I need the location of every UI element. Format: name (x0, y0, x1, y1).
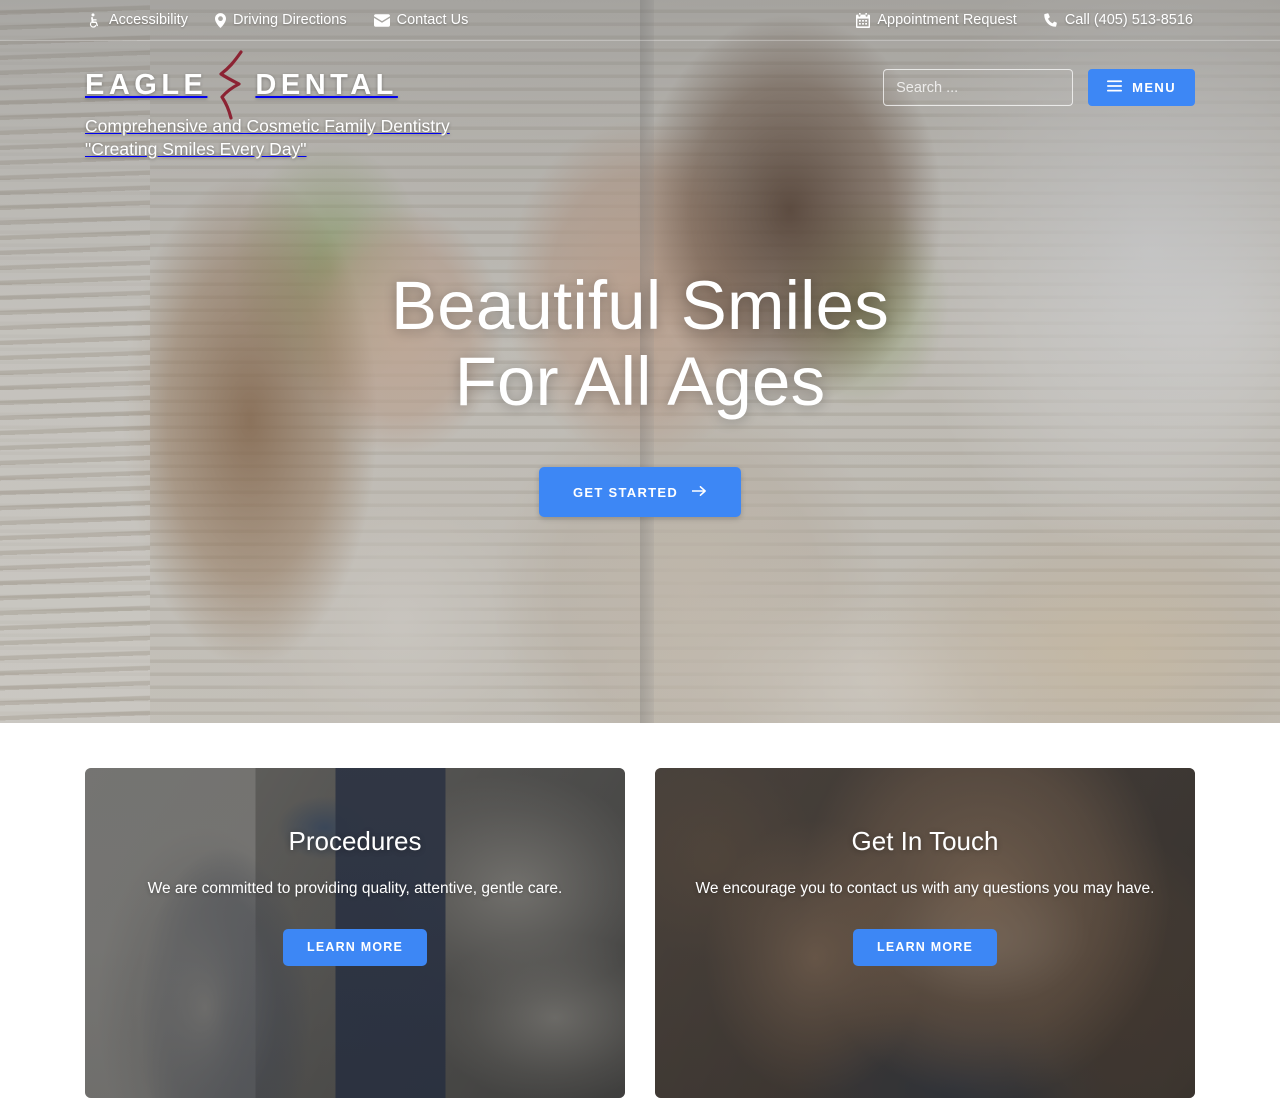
topbar-inner: Accessibility Driving Directions Contact… (85, 12, 1195, 28)
header-inner: EAGLE DENTAL Comprehensive and Cosmetic … (85, 41, 1195, 159)
topbar-link-appointment-request[interactable]: Appointment Request (856, 12, 1017, 28)
card-get-in-touch-learn-more-button[interactable]: LEARN MORE (852, 928, 998, 966)
topbar-link-label: Contact Us (396, 12, 469, 28)
topbar-link-label: Driving Directions (232, 12, 347, 28)
card-get-in-touch-text: We encourage you to contact us with any … (695, 880, 1155, 898)
search-box[interactable] (883, 69, 1074, 106)
site-header: EAGLE DENTAL Comprehensive and Cosmetic … (0, 41, 1280, 159)
calendar-icon (856, 12, 871, 28)
phone-icon (1044, 13, 1058, 27)
card-get-in-touch-title: Get In Touch (851, 826, 999, 856)
topbar-link-label: Appointment Request (877, 12, 1017, 28)
get-started-label: GET STARTED (572, 484, 679, 500)
card-procedures-learn-more-button[interactable]: LEARN MORE (282, 928, 428, 966)
card-procedures-body: Procedures We are committed to providing… (85, 768, 625, 966)
feature-cards-section: Procedures We are committed to providing… (0, 723, 1280, 1098)
topbar-link-label: Accessibility (109, 12, 188, 28)
card-get-in-touch[interactable]: Get In Touch We encourage you to contact… (655, 768, 1195, 1098)
logo-row: EAGLE DENTAL (85, 50, 450, 120)
tagline-line-2: "Creating Smiles Every Day" (85, 139, 307, 160)
utility-topbar: Accessibility Driving Directions Contact… (0, 0, 1280, 41)
search-input[interactable] (884, 70, 1073, 105)
card-procedures-text: We are committed to providing quality, a… (147, 880, 563, 898)
hamburger-icon (1107, 80, 1123, 95)
card-procedures[interactable]: Procedures We are committed to providing… (85, 768, 625, 1098)
card-procedures-learn-more-label: LEARN MORE (306, 940, 404, 955)
topbar-link-label: Call (405) 513-8516 (1064, 12, 1193, 28)
card-procedures-title: Procedures (288, 826, 422, 856)
logo-word-dental: DENTAL (255, 68, 398, 101)
eagle-mark-icon (209, 50, 253, 120)
menu-button[interactable]: MENU (1088, 69, 1195, 106)
wheelchair-icon (87, 12, 102, 28)
card-get-in-touch-learn-more-label: LEARN MORE (876, 940, 974, 955)
site-logo[interactable]: EAGLE DENTAL Comprehensive and Cosmetic … (85, 50, 450, 162)
card-get-in-touch-body: Get In Touch We encourage you to contact… (655, 768, 1195, 966)
map-pin-icon (214, 12, 226, 28)
envelope-icon (373, 13, 390, 27)
header-tools: MENU (883, 69, 1195, 106)
menu-button-label: MENU (1132, 80, 1176, 95)
tagline-line-1: Comprehensive and Cosmetic Family Dentis… (85, 116, 450, 136)
topbar-link-contact-us[interactable]: Contact Us (373, 12, 469, 28)
get-started-button[interactable]: GET STARTED (538, 467, 742, 518)
arrow-right-icon (691, 485, 707, 500)
hero-headline-line-2: For All Ages (454, 342, 826, 420)
hero-section: Accessibility Driving Directions Contact… (0, 0, 1280, 723)
topbar-left-links: Accessibility Driving Directions Contact… (87, 12, 495, 28)
topbar-link-accessibility[interactable]: Accessibility (87, 12, 188, 28)
hero-headline: Beautiful Smiles For All Ages (391, 266, 889, 420)
topbar-link-driving-directions[interactable]: Driving Directions (214, 12, 347, 28)
topbar-right-links: Appointment Request Call (405) 513-8516 (829, 12, 1193, 28)
hero-headline-line-1: Beautiful Smiles (391, 266, 889, 344)
topbar-link-call-phone[interactable]: Call (405) 513-8516 (1044, 12, 1193, 28)
brand-tagline: Comprehensive and Cosmetic Family Dentis… (85, 115, 450, 162)
logo-word-eagle: EAGLE (85, 68, 208, 101)
feature-cards-row: Procedures We are committed to providing… (85, 723, 1195, 1098)
